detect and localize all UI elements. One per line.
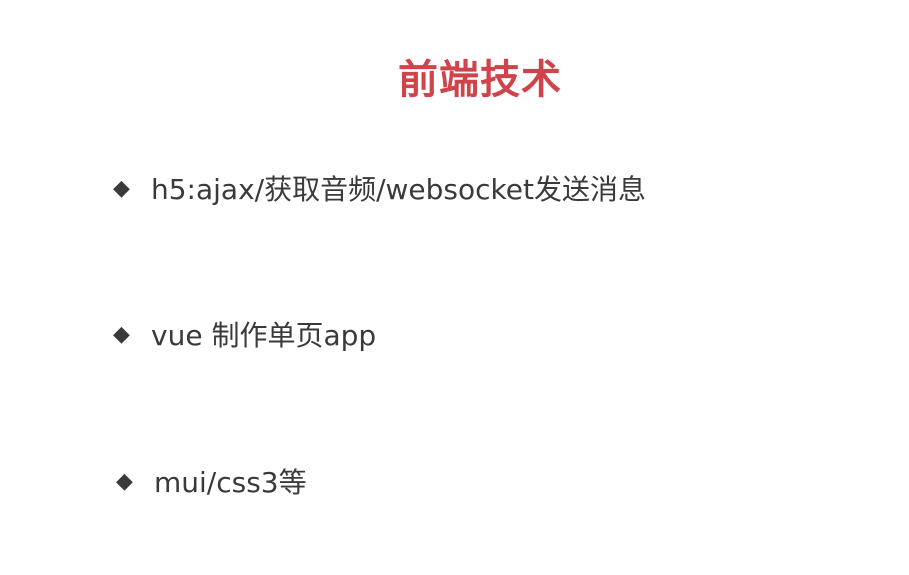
bullet-text: vue 制作单页app — [151, 319, 377, 352]
bullet-item: ◆ mui/css3等 — [116, 461, 307, 501]
slide: 前端技术 ◆ h5:ajax/获取音频/websocket发送消息 ◆ vue … — [0, 0, 909, 575]
diamond-bullet-icon: ◆ — [113, 321, 130, 347]
bullet-item: ◆ vue 制作单页app — [113, 314, 376, 354]
diamond-bullet-icon: ◆ — [113, 175, 130, 201]
bullet-item: ◆ h5:ajax/获取音频/websocket发送消息 — [113, 168, 646, 208]
slide-title: 前端技术 — [398, 57, 562, 103]
diamond-bullet-icon: ◆ — [116, 468, 133, 494]
bullet-text: h5:ajax/获取音频/websocket发送消息 — [151, 173, 646, 206]
bullet-text: mui/css3等 — [154, 466, 307, 499]
